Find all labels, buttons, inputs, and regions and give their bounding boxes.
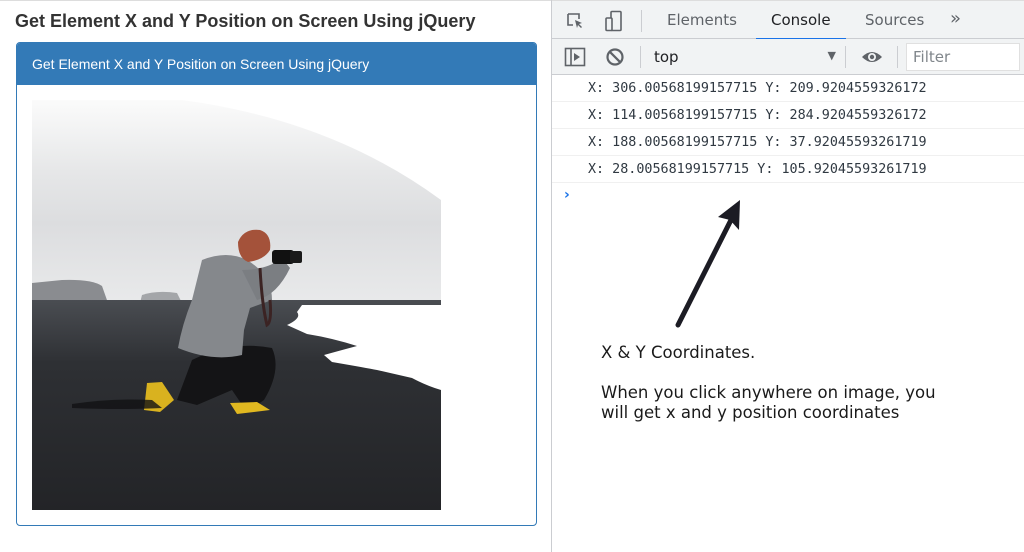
device-toolbar-icon[interactable] xyxy=(603,10,625,32)
context-value: top xyxy=(654,48,679,66)
tab-console[interactable]: Console xyxy=(756,1,845,40)
tab-sources[interactable]: Sources xyxy=(865,1,924,39)
page-title: Get Element X and Y Position on Screen U… xyxy=(15,11,476,31)
console-log-row: X: 28.00568199157715 Y: 105.920455932617… xyxy=(552,156,1024,183)
panel: Get Element X and Y Position on Screen U… xyxy=(16,42,537,526)
prompt-chevron-icon: › xyxy=(564,187,570,203)
show-console-sidebar-icon[interactable] xyxy=(564,46,586,68)
panel-heading: Get Element X and Y Position on Screen U… xyxy=(17,43,536,85)
annotation-arrow-icon xyxy=(675,200,740,328)
console-prompt[interactable]: › xyxy=(552,183,1024,209)
annotation-text: X & Y Coordinates. When you click anywhe… xyxy=(601,343,936,423)
toolbar-divider xyxy=(845,46,846,68)
caret-down-icon: ▼ xyxy=(827,49,836,62)
camera-lens xyxy=(290,251,302,263)
context-selector[interactable]: top ▼ xyxy=(652,43,838,70)
console-log-row: X: 188.00568199157715 Y: 37.920455932617… xyxy=(552,129,1024,156)
toolbar-divider xyxy=(640,46,641,68)
inspect-element-icon[interactable] xyxy=(564,10,586,32)
more-tabs-button[interactable]: » xyxy=(950,1,961,39)
toolbar-divider xyxy=(641,10,642,32)
photographer-image[interactable] xyxy=(32,100,441,510)
annotation-line: When you click anywhere on image, you xyxy=(601,383,936,402)
annotation-title: X & Y Coordinates. xyxy=(601,343,756,362)
cliff xyxy=(32,279,108,303)
photo-graphic xyxy=(32,100,441,510)
clear-console-icon[interactable] xyxy=(604,46,626,68)
console-filter-input[interactable] xyxy=(906,43,1020,71)
console-output: X: 306.00568199157715 Y: 209.92045593261… xyxy=(552,75,1024,209)
devtools-panel: Elements Console Sources » top ▼ X: 306.… xyxy=(551,0,1024,552)
toolbar-divider xyxy=(897,46,898,68)
annotation-line: will get x and y position coordinates xyxy=(601,403,900,422)
devtools-tab-bar: Elements Console Sources » xyxy=(552,0,1024,40)
console-toolbar: top ▼ xyxy=(552,39,1024,75)
console-log-row: X: 114.00568199157715 Y: 284.92045593261… xyxy=(552,102,1024,129)
web-page: Get Element X and Y Position on Screen U… xyxy=(0,0,551,552)
console-log-row: X: 306.00568199157715 Y: 209.92045593261… xyxy=(552,75,1024,102)
tab-elements[interactable]: Elements xyxy=(667,1,737,39)
live-expression-eye-icon[interactable] xyxy=(861,46,883,68)
